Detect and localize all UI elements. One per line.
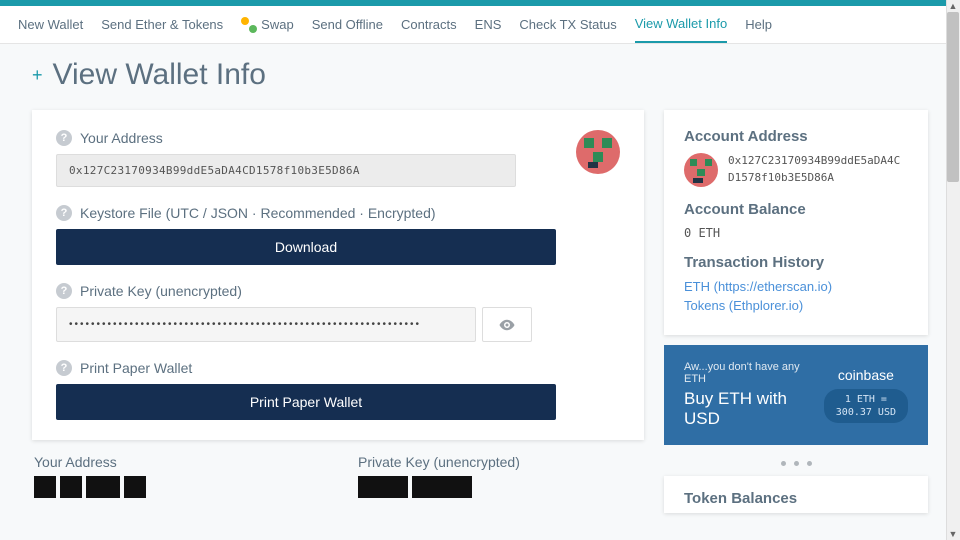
token-balances-card: Token Balances [664, 476, 928, 513]
page-title: View Wallet Info [53, 58, 266, 92]
download-keystore-button[interactable]: Download [56, 229, 556, 265]
qr-address-label: Your Address [34, 454, 318, 470]
transaction-history-title: Transaction History [684, 254, 908, 271]
address-section-label: Your Address [80, 130, 163, 146]
account-summary-card: Account Address 0x127C23170934B99ddE5aDA… [664, 110, 928, 335]
nav-label: Send Ether & Tokens [101, 17, 223, 32]
scrollbar-thumb[interactable] [947, 12, 959, 182]
buy-eth-promo[interactable]: Aw...you don't have any ETH Buy ETH with… [664, 345, 928, 445]
identicon-avatar-small [684, 153, 718, 187]
qr-private-key-label: Private Key (unencrypted) [358, 454, 642, 470]
help-icon[interactable]: ? [56, 360, 72, 376]
address-readonly-field[interactable]: 0x127C23170934B99ddE5aDA4CD1578f10b3E5D8… [56, 154, 516, 187]
nav-label: Contracts [401, 17, 457, 32]
nav-label: Send Offline [312, 17, 383, 32]
paper-wallet-section-label: Print Paper Wallet [80, 360, 192, 376]
nav-help[interactable]: Help [745, 7, 772, 42]
private-key-masked-field[interactable]: ••••••••••••••••••••••••••••••••••••••••… [56, 307, 476, 342]
etherscan-link[interactable]: ETH (https://etherscan.io) [684, 279, 908, 294]
nav-view-wallet[interactable]: View Wallet Info [635, 6, 728, 43]
wallet-details-card: ? Your Address 0x127C23170934B99ddE5aDA4… [32, 110, 644, 440]
nav-label: View Wallet Info [635, 16, 728, 31]
account-address-title: Account Address [684, 128, 908, 145]
qr-private-key-code [358, 476, 642, 498]
nav-label: New Wallet [18, 17, 83, 32]
help-icon[interactable]: ? [56, 205, 72, 221]
nav-label: Check TX Status [519, 17, 616, 32]
identicon-avatar [576, 130, 620, 174]
qr-section: Your Address Private Key (unencrypted) [32, 454, 644, 498]
promo-rate-pill: 1 ETH =300.37 USD [824, 389, 908, 423]
nav-label: ENS [475, 17, 502, 32]
page-title-row: + View Wallet Info [32, 58, 928, 92]
nav-check-tx[interactable]: Check TX Status [519, 7, 616, 42]
nav-send-offline[interactable]: Send Offline [312, 7, 383, 42]
swap-icon [241, 17, 257, 33]
help-icon[interactable]: ? [56, 130, 72, 146]
account-address-value: 0x127C23170934B99ddE5aDA4CD1578f10b3E5D8… [728, 153, 900, 186]
nav-ens[interactable]: ENS [475, 7, 502, 42]
nav-new-wallet[interactable]: New Wallet [18, 7, 83, 42]
scroll-up-arrow-icon[interactable]: ▲ [946, 0, 960, 12]
account-balance-title: Account Balance [684, 201, 908, 218]
main-nav: New Wallet Send Ether & Tokens Swap Send… [0, 6, 960, 44]
expand-plus-icon[interactable]: + [32, 65, 43, 86]
eye-icon [498, 316, 516, 334]
nav-send-ether[interactable]: Send Ether & Tokens [101, 7, 223, 42]
promo-brand: coinbase [824, 367, 908, 383]
ethplorer-link[interactable]: Tokens (Ethplorer.io) [684, 298, 908, 313]
print-paper-wallet-button[interactable]: Print Paper Wallet [56, 384, 556, 420]
nav-label: Swap [261, 17, 294, 32]
reveal-private-key-button[interactable] [482, 307, 532, 342]
promo-headline: Buy ETH with USD [684, 389, 812, 429]
private-key-section-label: Private Key (unencrypted) [80, 283, 242, 299]
promo-subtext: Aw...you don't have any ETH [684, 361, 812, 385]
promo-pagination-dots[interactable] [664, 461, 928, 466]
keystore-section-label: Keystore File (UTC / JSON · Recommended … [80, 205, 436, 221]
account-balance-value: 0 ETH [684, 226, 908, 240]
nav-swap[interactable]: Swap [241, 7, 294, 43]
help-icon[interactable]: ? [56, 283, 72, 299]
scrollbar[interactable]: ▲ ▼ [946, 0, 960, 540]
token-balances-title: Token Balances [684, 490, 908, 507]
nav-label: Help [745, 17, 772, 32]
nav-contracts[interactable]: Contracts [401, 7, 457, 42]
qr-address-code [34, 476, 318, 498]
scroll-down-arrow-icon[interactable]: ▼ [946, 528, 960, 540]
